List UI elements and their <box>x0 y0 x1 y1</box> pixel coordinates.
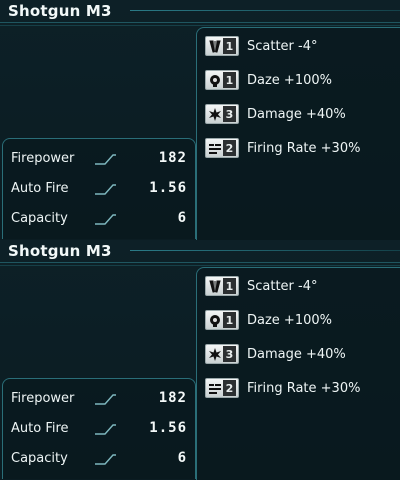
slash-icon <box>95 454 116 465</box>
slash-icon <box>95 214 116 225</box>
bonus-text: Scatter -4° <box>247 278 318 294</box>
title-divider <box>130 250 400 251</box>
bonus-text: Damage +40% <box>247 106 346 122</box>
stat-row-firepower: Firepower 182 <box>11 149 187 169</box>
bonus-level: 1 <box>223 312 236 328</box>
stat-label: Firepower <box>11 151 75 166</box>
bonus-text: Damage +40% <box>247 346 346 362</box>
stat-row-capacity: Capacity 6 <box>11 449 187 469</box>
weapon-title: Shotgun M3 <box>8 2 112 20</box>
bonus-level: 2 <box>223 140 236 156</box>
stat-row-auto-fire: Auto Fire 1.56 <box>11 179 187 199</box>
stat-value: 1.56 <box>149 180 187 196</box>
bonus-row-firing-rate: 2 Firing Rate +30% <box>205 138 360 158</box>
slash-icon <box>95 394 116 405</box>
weapon-panel-bottom: Shotgun M3 1 Scatter -4° 1 Daze +100% 3 … <box>0 240 400 480</box>
stats-panel: Firepower 182 Auto Fire 1.56 Capacity 6 <box>2 378 196 479</box>
firing-rate-icon: 2 <box>205 378 239 398</box>
scatter-icon: 1 <box>205 36 239 56</box>
bonus-row-daze: 1 Daze +100% <box>205 310 332 330</box>
bonus-row-firing-rate: 2 Firing Rate +30% <box>205 378 360 398</box>
bonus-text: Firing Rate +30% <box>247 380 361 396</box>
bonus-list: 1 Scatter -4° 1 Daze +100% 3 Damage +40%… <box>196 267 400 480</box>
stat-label: Firepower <box>11 391 75 406</box>
scatter-icon: 1 <box>205 276 239 296</box>
title-bar: Shotgun M3 <box>0 240 400 266</box>
bonus-text: Firing Rate +30% <box>247 140 361 156</box>
stat-value: 6 <box>177 210 187 226</box>
bonus-row-damage: 3 Damage +40% <box>205 104 346 124</box>
bonus-row-scatter: 1 Scatter -4° <box>205 276 318 296</box>
stat-row-capacity: Capacity 6 <box>11 209 187 229</box>
slash-icon <box>95 424 116 435</box>
damage-icon: 3 <box>205 344 239 364</box>
bonus-level: 1 <box>223 38 236 54</box>
stat-label: Auto Fire <box>11 181 69 196</box>
firing-rate-icon: 2 <box>205 138 239 158</box>
bonus-level: 3 <box>223 346 236 362</box>
weapon-title: Shotgun M3 <box>8 242 112 260</box>
bonus-text: Daze +100% <box>247 72 332 88</box>
bonus-level: 2 <box>223 380 236 396</box>
stats-panel: Firepower 182 Auto Fire 1.56 Capacity 6 <box>2 138 196 239</box>
bonus-text: Scatter -4° <box>247 38 318 54</box>
stat-label: Capacity <box>11 451 68 466</box>
damage-icon: 3 <box>205 104 239 124</box>
stat-label: Auto Fire <box>11 421 69 436</box>
stat-value: 1.56 <box>149 420 187 436</box>
stat-label: Capacity <box>11 211 68 226</box>
daze-icon: 1 <box>205 70 239 90</box>
bonus-row-damage: 3 Damage +40% <box>205 344 346 364</box>
weapon-panel-top: Shotgun M3 1 Scatter -4° 1 Daze +100% 3 … <box>0 0 400 240</box>
stat-row-auto-fire: Auto Fire 1.56 <box>11 419 187 439</box>
bonus-list: 1 Scatter -4° 1 Daze +100% 3 Damage +40%… <box>196 27 400 240</box>
title-divider <box>130 10 400 11</box>
stat-value: 182 <box>158 390 187 406</box>
bonus-level: 1 <box>223 72 236 88</box>
bonus-level: 3 <box>223 106 236 122</box>
daze-icon: 1 <box>205 310 239 330</box>
stat-value: 182 <box>158 150 187 166</box>
stat-row-firepower: Firepower 182 <box>11 389 187 409</box>
title-bar: Shotgun M3 <box>0 0 400 26</box>
slash-icon <box>95 184 116 195</box>
bonus-text: Daze +100% <box>247 312 332 328</box>
bonus-row-daze: 1 Daze +100% <box>205 70 332 90</box>
slash-icon <box>95 154 116 165</box>
bonus-level: 1 <box>223 278 236 294</box>
stat-value: 6 <box>177 450 187 466</box>
bonus-row-scatter: 1 Scatter -4° <box>205 36 318 56</box>
